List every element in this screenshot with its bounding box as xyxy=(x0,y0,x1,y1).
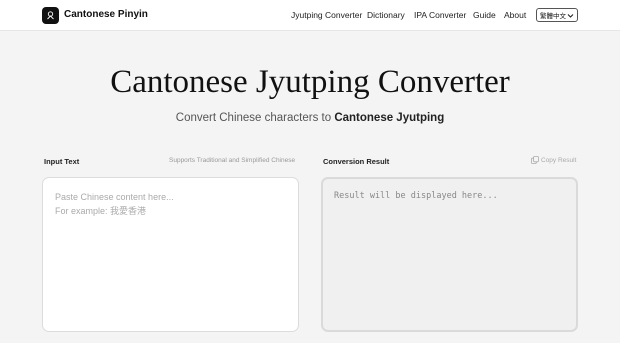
site-logo[interactable] xyxy=(42,7,59,24)
input-hint: Supports Traditional and Simplified Chin… xyxy=(169,157,296,164)
page-subtitle: Convert Chinese characters to Cantonese … xyxy=(0,112,620,124)
input-label: Input Text xyxy=(44,157,80,166)
language-select[interactable]: 繁體中文 xyxy=(536,8,578,22)
input-placeholder-line2: For example: 我愛香港 xyxy=(55,206,147,216)
subtitle-text: Convert Chinese characters to xyxy=(175,112,335,124)
nav-guide[interactable]: Guide xyxy=(473,10,496,20)
subtitle-highlight: Cantonese Jyutping xyxy=(334,112,445,124)
top-header: Cantonese Pinyin Jyutping Converter Dict… xyxy=(0,0,620,31)
nav-dictionary[interactable]: Dictionary xyxy=(367,10,405,20)
language-select-value: 繁體中文 xyxy=(540,13,566,20)
nav-ipa-converter[interactable]: IPA Converter xyxy=(414,10,466,20)
brand-name[interactable]: Cantonese Pinyin xyxy=(64,9,148,20)
cantonese-logo-icon xyxy=(47,11,54,20)
nav-jyutping-converter[interactable]: Jyutping Converter xyxy=(291,10,362,20)
input-placeholder-line1: Paste Chinese content here... xyxy=(55,192,174,202)
chevron-down-icon xyxy=(567,14,574,18)
page-title: Cantonese Jyutping Converter xyxy=(110,64,510,100)
copy-icon xyxy=(531,156,539,164)
result-output-area[interactable]: Result will be displayed here... xyxy=(321,177,578,332)
chinese-input-textarea[interactable]: Paste Chinese content here... For exampl… xyxy=(42,177,299,332)
copy-result-label: Copy Result xyxy=(541,156,577,164)
copy-result-button[interactable]: Copy Result xyxy=(531,156,576,164)
result-label: Conversion Result xyxy=(323,157,390,166)
result-placeholder: Result will be displayed here... xyxy=(334,191,498,201)
input-placeholder: Paste Chinese content here... For exampl… xyxy=(55,190,174,218)
nav-about[interactable]: About xyxy=(504,10,526,20)
